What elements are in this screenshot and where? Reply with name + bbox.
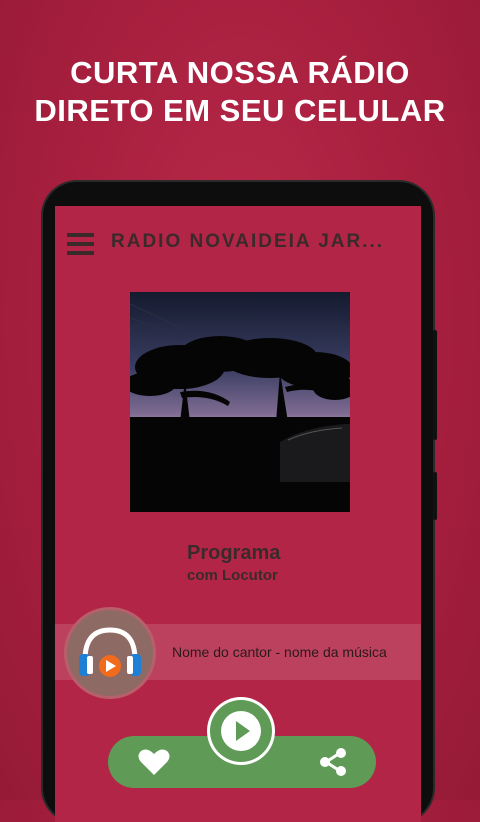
program-info: Programa com Locutor (187, 542, 280, 584)
app-bar: RADIO NOVAIDEIA JAR... (55, 206, 421, 282)
promo-headline: CURTA NOSSA RÁDIO DIRETO EM SEU CELULAR (0, 54, 480, 130)
program-host: com Locutor (187, 567, 278, 584)
phone-frame: RADIO NOVAIDEIA JAR... Programa com Locu… (43, 182, 437, 822)
phone-side-button (433, 330, 437, 440)
play-icon (221, 711, 261, 751)
program-name: Programa (187, 542, 281, 564)
app-title: RADIO NOVAIDEIA JAR... (111, 231, 381, 252)
play-button[interactable] (210, 700, 272, 762)
promo-line-1: CURTA NOSSA RÁDIO (70, 55, 410, 90)
headphones-play-icon (67, 610, 153, 696)
heart-icon[interactable] (138, 748, 170, 776)
phone-side-button (433, 472, 437, 520)
sunset-tree-photo (130, 292, 350, 512)
hamburger-menu-icon[interactable] (67, 233, 94, 255)
phone-screen: RADIO NOVAIDEIA JAR... Programa com Locu… (55, 206, 421, 822)
share-icon[interactable] (318, 747, 348, 777)
program-artwork-image (130, 292, 350, 512)
now-playing-text: Nome do cantor - nome da música (172, 644, 387, 660)
promo-line-2: DIRETO EM SEU CELULAR (34, 93, 446, 128)
